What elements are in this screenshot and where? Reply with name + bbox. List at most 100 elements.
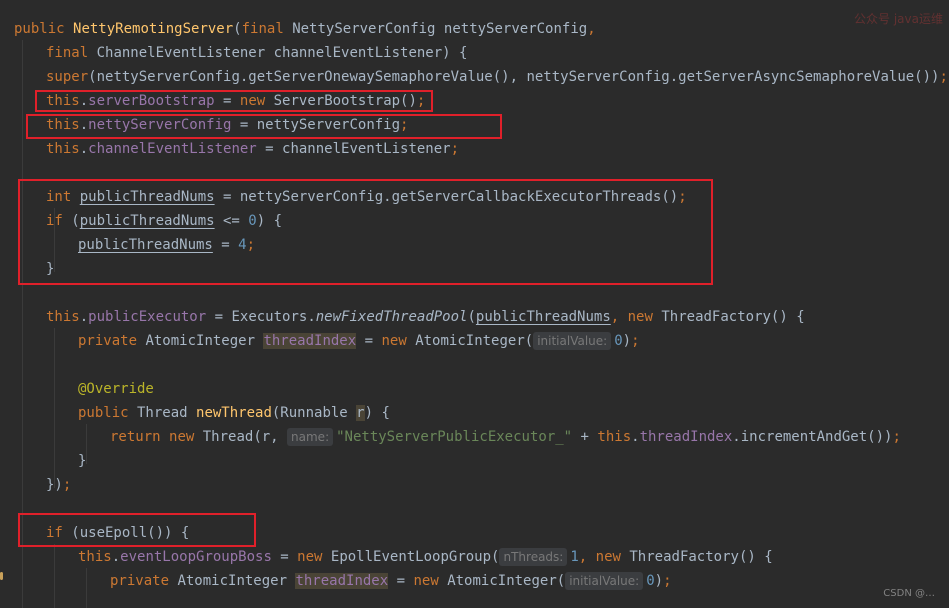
comma: ,: [587, 21, 596, 37]
highlight-box-server-bootstrap: [35, 90, 433, 112]
keyword: this: [78, 549, 112, 565]
code-text: .: [631, 429, 640, 445]
semicolon: ;: [450, 141, 460, 157]
keyword: super: [46, 69, 89, 85]
code-line-param[interactable]: final ChannelEventListener channelEventL…: [46, 41, 467, 65]
number-literal: 0: [614, 333, 623, 349]
code-line-super-call[interactable]: super(nettyServerConfig.getServerOnewayS…: [46, 65, 948, 89]
code-text: AtomicInteger: [137, 333, 264, 349]
code-text: .: [79, 309, 89, 325]
gutter-marker: [0, 572, 3, 580]
keyword: public: [14, 21, 65, 37]
code-text: (: [233, 21, 242, 37]
keyword: public: [78, 405, 129, 421]
code-line-thread-index-field[interactable]: private AtomicInteger threadIndex = new …: [78, 329, 640, 353]
method-name: newThread: [196, 405, 272, 421]
watermark: 公众号 java运维: [854, 12, 943, 26]
semicolon: ;: [631, 333, 640, 349]
watermark: CSDN @…: [883, 588, 935, 599]
keyword: new: [297, 549, 323, 565]
code-text: =: [356, 333, 382, 349]
number-literal: 0: [646, 573, 655, 589]
code-text: Thread: [128, 405, 197, 421]
parameter-hint: initialValue:: [565, 572, 644, 590]
code-text: EpollEventLoopGroup(: [322, 549, 500, 565]
code-text: AtomicInteger(: [438, 573, 566, 589]
code-text: =: [271, 549, 298, 565]
keyword: final: [241, 21, 284, 37]
code-text: AtomicInteger: [169, 573, 296, 589]
code-line-thread-index-field[interactable]: private AtomicInteger threadIndex = new …: [110, 569, 672, 593]
method-name: NettyRemotingServer: [73, 21, 234, 37]
code-text: ) {: [364, 405, 390, 421]
code-text: (nettyServerConfig.getServerOnewaySemaph…: [88, 69, 940, 85]
field-name: channelEventListener: [88, 141, 257, 157]
field-name: threadIndex: [639, 429, 733, 445]
indent-guide: [54, 328, 55, 488]
code-text: ChannelEventListener channelEventListene…: [88, 45, 468, 61]
keyword: this: [46, 141, 80, 157]
string-literal: "NettyServerPublicExecutor_": [336, 429, 573, 445]
comma: ,: [578, 549, 596, 565]
field-name: eventLoopGroupBoss: [120, 549, 272, 565]
code-text: NettyServerConfig nettyServerConfig: [283, 21, 588, 37]
comma: ,: [610, 309, 628, 325]
code-line-return-thread[interactable]: return new Thread(r, name: "NettyServerPu…: [110, 425, 901, 449]
code-text: = channelEventListener: [256, 141, 451, 157]
code-text: ThreadFactory() {: [652, 309, 805, 325]
code-text: ThreadFactory() {: [620, 549, 773, 565]
indent-guide: [86, 568, 87, 608]
annotation: @Override: [78, 381, 154, 397]
code-text: .incrementAndGet()): [732, 429, 893, 445]
semicolon: ;: [663, 573, 672, 589]
highlight-box-use-epoll: [18, 513, 256, 547]
static-method-name: newFixedThreadPool: [315, 309, 468, 325]
parameter-hint: nThreads:: [499, 548, 568, 566]
code-text: =: [388, 573, 414, 589]
code-text: .: [111, 549, 121, 565]
keyword: private: [78, 333, 138, 349]
keyword: return: [110, 429, 161, 445]
keyword: new: [627, 309, 653, 325]
highlight-box-thread-nums: [18, 179, 713, 285]
indent-guide: [54, 544, 55, 608]
variable-name: publicThreadNums: [475, 309, 611, 325]
code-line-channel-event-listener[interactable]: this.channelEventListener = channelEvent…: [46, 137, 459, 161]
code-line-public-executor[interactable]: this.publicExecutor = Executors.newFixed…: [46, 305, 805, 329]
keyword: new: [381, 333, 407, 349]
parameter-name: r: [356, 405, 365, 421]
number-literal: 1: [570, 549, 579, 565]
highlight-box-netty-server-config: [26, 114, 502, 139]
code-line-new-thread-method[interactable]: public Thread newThread(Runnable r) {: [78, 401, 390, 425]
code-text: (Runnable: [271, 405, 357, 421]
code-text: ): [654, 573, 664, 589]
code-line-override-annotation[interactable]: @Override: [78, 377, 154, 401]
semicolon: ;: [892, 429, 901, 445]
code-text: Thread(r,: [194, 429, 288, 445]
code-line-constructor-signature[interactable]: public NettyRemotingServer(final NettySe…: [14, 17, 596, 41]
keyword: private: [110, 573, 170, 589]
code-line-event-loop-group-boss[interactable]: this.eventLoopGroupBoss = new EpollEvent…: [78, 545, 773, 569]
keyword: final: [46, 45, 89, 61]
code-text: (: [467, 309, 476, 325]
code-text: ): [622, 333, 632, 349]
keyword: new: [169, 429, 195, 445]
keyword: this: [597, 429, 632, 445]
keyword: new: [595, 549, 621, 565]
code-text: .: [79, 141, 89, 157]
parameter-hint: initialValue:: [533, 332, 612, 350]
code-text: }: [78, 453, 87, 469]
semicolon: ;: [62, 477, 72, 493]
parameter-hint: name:: [287, 428, 334, 446]
semicolon: ;: [939, 69, 948, 85]
field-name: threadIndex: [295, 573, 389, 589]
code-text: }): [46, 477, 63, 493]
code-text: = Executors.: [206, 309, 316, 325]
code-line-close-brace[interactable]: }: [78, 449, 86, 473]
code-line-close-anonymous-class[interactable]: });: [46, 473, 71, 497]
keyword: this: [46, 309, 80, 325]
code-text: +: [572, 429, 598, 445]
field-name: threadIndex: [263, 333, 357, 349]
field-name: publicExecutor: [88, 309, 207, 325]
